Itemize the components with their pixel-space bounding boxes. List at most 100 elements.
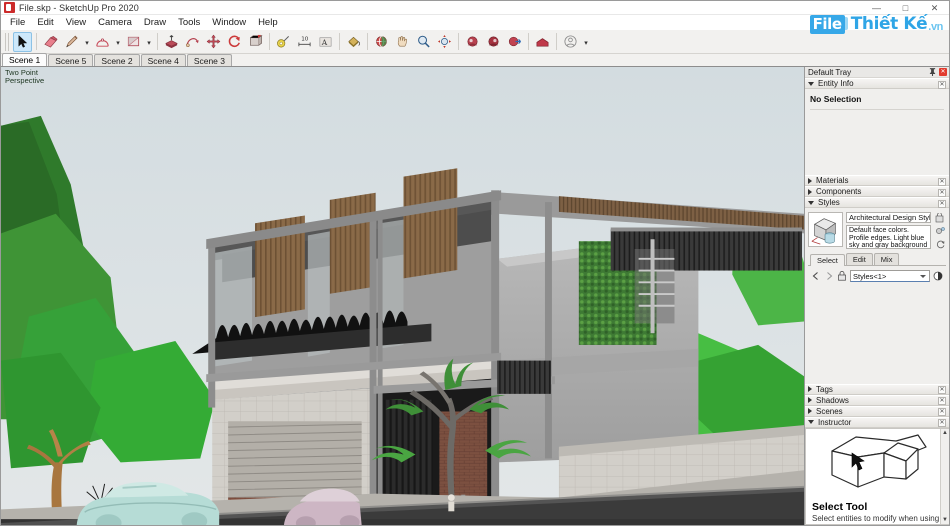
tray-close-button[interactable]: ✕ xyxy=(939,68,947,76)
hand-pan-icon xyxy=(397,36,407,47)
instructor-scrollbar[interactable]: ▲ ▼ xyxy=(940,428,949,524)
scroll-up-arrow-icon[interactable]: ▲ xyxy=(941,429,949,438)
paint-bucket-tool-button[interactable] xyxy=(344,32,363,52)
menu-view[interactable]: View xyxy=(60,16,92,30)
menu-draw[interactable]: Draw xyxy=(138,16,172,30)
3d-warehouse-button[interactable] xyxy=(533,32,552,52)
tray-title-label: Default Tray xyxy=(808,67,852,77)
panel-close-instructor[interactable]: ✕ xyxy=(938,419,946,427)
rotate-tool-button[interactable] xyxy=(225,32,244,52)
next-view-button[interactable] xyxy=(484,32,503,52)
styles-tab-edit[interactable]: Edit xyxy=(845,253,873,265)
line-tool-dropdown[interactable]: ▾ xyxy=(82,32,92,52)
styles-collection-dropdown[interactable]: Styles<1> xyxy=(850,270,930,282)
scroll-down-arrow-icon[interactable]: ▼ xyxy=(941,515,949,524)
home-lock-icon[interactable] xyxy=(837,271,847,281)
orbit-tool-button[interactable] xyxy=(372,32,391,52)
user-account-dropdown[interactable]: ▾ xyxy=(581,32,591,52)
scene-tab-2[interactable]: Scene 2 xyxy=(94,54,140,66)
user-account-button[interactable] xyxy=(561,32,580,52)
styles-summary-row: Architectural Design Style 1 Default fac… xyxy=(808,212,946,249)
panel-header-entity-info[interactable]: Entity Info ✕ xyxy=(805,78,949,89)
panel-header-materials[interactable]: Materials ✕ xyxy=(805,175,949,186)
panel-close-entity-info[interactable]: ✕ xyxy=(938,80,946,89)
style-thumbnail[interactable] xyxy=(808,212,843,247)
toolbar-separator-8 xyxy=(556,33,557,50)
tray-title-bar: Default Tray ✕ xyxy=(805,67,949,78)
panel-header-scenes[interactable]: Scenes ✕ xyxy=(805,405,949,417)
arc-tool-dropdown[interactable]: ▾ xyxy=(113,32,123,52)
cursor-arrow-icon xyxy=(18,34,28,48)
panel-header-styles[interactable]: Styles ✕ xyxy=(805,197,949,208)
paint-bucket-icon xyxy=(348,36,361,48)
dimension-tool-button[interactable]: 10 xyxy=(295,32,314,52)
move-tool-button[interactable] xyxy=(204,32,223,52)
rectangle-tool-dropdown[interactable]: ▾ xyxy=(144,32,154,52)
styles-panel-body: Architectural Design Style 1 Default fac… xyxy=(805,208,949,288)
logo-vn-text: .vn xyxy=(928,21,943,33)
zoom-tool-button[interactable] xyxy=(414,32,433,52)
display-mode-icon[interactable] xyxy=(933,271,943,281)
chevron-right-icon xyxy=(808,188,812,195)
panel-header-instructor[interactable]: Instructor ✕ xyxy=(805,416,949,428)
instructor-illustration xyxy=(806,429,949,499)
update-style-icon[interactable] xyxy=(935,226,946,236)
arrow-left-icon[interactable] xyxy=(811,271,821,281)
pushpull-tool-button[interactable] xyxy=(162,32,181,52)
style-description-field[interactable]: Default face colors. Profile edges. Ligh… xyxy=(846,225,931,249)
panel-label-tags: Tags xyxy=(816,384,833,394)
styles-tab-select[interactable]: Select xyxy=(810,254,845,266)
pin-icon[interactable] xyxy=(929,68,936,76)
camera-mode-line2: Perspective xyxy=(5,76,45,85)
menu-window[interactable]: Window xyxy=(206,16,252,30)
move-arrows-icon xyxy=(206,34,221,49)
menu-bar: File Edit View Camera Draw Tools Window … xyxy=(1,15,949,30)
text-3d-tool-button[interactable]: A xyxy=(316,32,335,52)
panel-close-components[interactable]: ✕ xyxy=(938,188,946,197)
scene-tab-3[interactable]: Scene 3 xyxy=(186,54,233,66)
instructor-text-block: Select Tool Select entities to modify wh… xyxy=(806,499,949,525)
user-avatar-icon xyxy=(564,35,577,48)
previous-view-button[interactable] xyxy=(463,32,482,52)
panel-close-scenes[interactable]: ✕ xyxy=(938,408,946,416)
tape-measure-tool-button[interactable] xyxy=(274,32,293,52)
share-model-button[interactable] xyxy=(505,32,524,52)
panel-header-tags[interactable]: Tags ✕ xyxy=(805,383,949,395)
panel-close-shadows[interactable]: ✕ xyxy=(938,397,946,405)
zoom-extents-tool-button[interactable] xyxy=(435,32,454,52)
panel-close-materials[interactable]: ✕ xyxy=(938,177,946,186)
menu-help[interactable]: Help xyxy=(252,16,284,30)
style-name-field[interactable]: Architectural Design Style 1 xyxy=(846,212,931,223)
scene-tab-1[interactable]: Scene 1 xyxy=(2,53,48,66)
styles-collection-value: Styles<1> xyxy=(853,271,887,281)
pan-tool-button[interactable] xyxy=(393,32,412,52)
orbit-icon xyxy=(376,36,387,47)
select-tool-button[interactable] xyxy=(13,31,32,52)
menu-edit[interactable]: Edit xyxy=(31,16,59,30)
toolbar-grip[interactable] xyxy=(5,32,9,51)
panel-header-shadows[interactable]: Shadows ✕ xyxy=(805,394,949,406)
share-model-icon xyxy=(508,36,522,47)
camera-mode-label: Two Point Perspective xyxy=(5,69,44,85)
arc-icon xyxy=(96,38,109,47)
scene-tab-4[interactable]: Scene 4 xyxy=(140,54,186,66)
eraser-tool-button[interactable] xyxy=(41,32,60,52)
menu-file[interactable]: File xyxy=(4,16,31,30)
followme-tool-button[interactable] xyxy=(183,32,202,52)
panel-close-styles[interactable]: ✕ xyxy=(938,199,946,208)
line-tool-button[interactable] xyxy=(62,32,81,52)
scene-tab-5[interactable]: Scene 5 xyxy=(48,54,94,66)
arrow-right-icon[interactable] xyxy=(824,271,834,281)
arc-tool-button[interactable] xyxy=(93,32,112,52)
scale-tool-button[interactable] xyxy=(246,32,265,52)
panel-header-components[interactable]: Components ✕ xyxy=(805,186,949,197)
create-style-icon[interactable] xyxy=(935,213,946,223)
menu-camera[interactable]: Camera xyxy=(92,16,138,30)
model-viewport[interactable]: Two Point Perspective Copyright © FileTh… xyxy=(1,67,805,525)
panel-close-tags[interactable]: ✕ xyxy=(938,386,946,394)
menu-tools[interactable]: Tools xyxy=(172,16,206,30)
rectangle-tool-button[interactable] xyxy=(124,32,143,52)
window-title: File.skp - SketchUp Pro 2020 xyxy=(19,2,139,13)
refresh-style-icon[interactable] xyxy=(935,239,946,249)
styles-tab-mix[interactable]: Mix xyxy=(873,253,900,265)
